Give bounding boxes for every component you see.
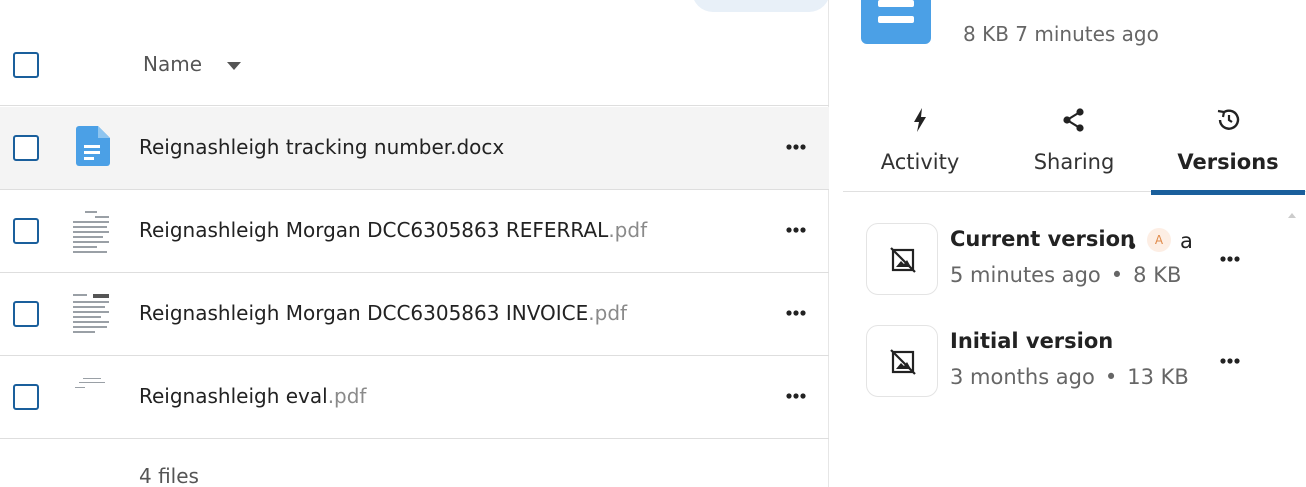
file-name[interactable]: Reignashleigh Morgan DCC6305863 INVOICE.… <box>139 301 627 325</box>
select-all-checkbox[interactable] <box>13 52 39 78</box>
avatar: A <box>1147 228 1171 252</box>
file-list: Name Reignashleigh tracking number.docx <box>0 0 830 487</box>
more-actions-icon[interactable] <box>782 386 810 406</box>
pdf-thumbnail <box>71 292 113 340</box>
version-title: Current version <box>950 227 1135 251</box>
file-checkbox[interactable] <box>13 301 39 327</box>
file-checkbox[interactable] <box>13 218 39 244</box>
file-count: 4 files <box>139 464 199 487</box>
document-icon <box>861 0 931 44</box>
history-icon <box>1217 109 1240 130</box>
file-name[interactable]: Reignashleigh Morgan DCC6305863 REFERRAL… <box>139 218 647 242</box>
tab-label: Sharing <box>1033 150 1115 174</box>
file-name[interactable]: Reignashleigh tracking number.docx <box>139 135 504 159</box>
file-checkbox[interactable] <box>13 384 39 410</box>
details-sidebar: 8 KB 7 minutes ago Activity Sharing Vers… <box>830 0 1306 487</box>
document-icon <box>76 126 110 166</box>
version-details: 3 months ago • 13 KB <box>950 365 1189 389</box>
active-tab-indicator <box>1151 190 1305 195</box>
file-row[interactable]: Reignashleigh eval.pdf <box>0 356 829 439</box>
tab-versions[interactable]: Versions <box>1151 100 1305 195</box>
separator-dot: • <box>1126 235 1139 259</box>
more-actions-icon[interactable] <box>1216 351 1244 371</box>
version-item[interactable]: Initial version 3 months ago • 13 KB <box>866 325 1286 399</box>
tab-activity[interactable]: Activity <box>843 100 997 192</box>
tab-label: Activity <box>880 150 960 174</box>
name-column-header[interactable]: Name <box>143 52 202 76</box>
file-row[interactable]: Reignashleigh Morgan DCC6305863 REFERRAL… <box>0 190 829 273</box>
sidebar-tabs: Activity Sharing Versions <box>843 100 1306 195</box>
no-preview-icon <box>890 349 916 375</box>
file-row[interactable]: Reignashleigh tracking number.docx <box>0 107 829 190</box>
version-author: a <box>1180 229 1193 253</box>
more-actions-icon[interactable] <box>782 303 810 323</box>
header-pill-button[interactable] <box>692 0 830 12</box>
pdf-thumbnail <box>71 375 113 423</box>
tab-sharing[interactable]: Sharing <box>997 100 1151 192</box>
version-item[interactable]: Current version • A a 5 minutes ago • 8 KB <box>866 223 1286 297</box>
version-title: Initial version <box>950 329 1114 353</box>
version-details: 5 minutes ago • 8 KB <box>950 263 1182 287</box>
file-checkbox[interactable] <box>13 135 39 161</box>
file-meta: 8 KB 7 minutes ago <box>963 22 1159 46</box>
no-preview-icon <box>890 247 916 273</box>
share-icon <box>1063 108 1084 132</box>
file-row[interactable]: Reignashleigh Morgan DCC6305863 INVOICE.… <box>0 273 829 356</box>
more-actions-icon[interactable] <box>1216 249 1244 269</box>
file-list-header: Name <box>0 24 829 106</box>
sort-descending-icon[interactable] <box>227 62 241 70</box>
lightning-icon <box>914 108 926 132</box>
scroll-up-icon[interactable] <box>1288 213 1296 218</box>
pdf-thumbnail <box>71 209 113 257</box>
tab-label: Versions <box>1177 150 1279 174</box>
version-preview <box>866 223 938 295</box>
file-name[interactable]: Reignashleigh eval.pdf <box>139 384 366 408</box>
version-preview <box>866 325 938 397</box>
more-actions-icon[interactable] <box>782 220 810 240</box>
more-actions-icon[interactable] <box>782 137 810 157</box>
